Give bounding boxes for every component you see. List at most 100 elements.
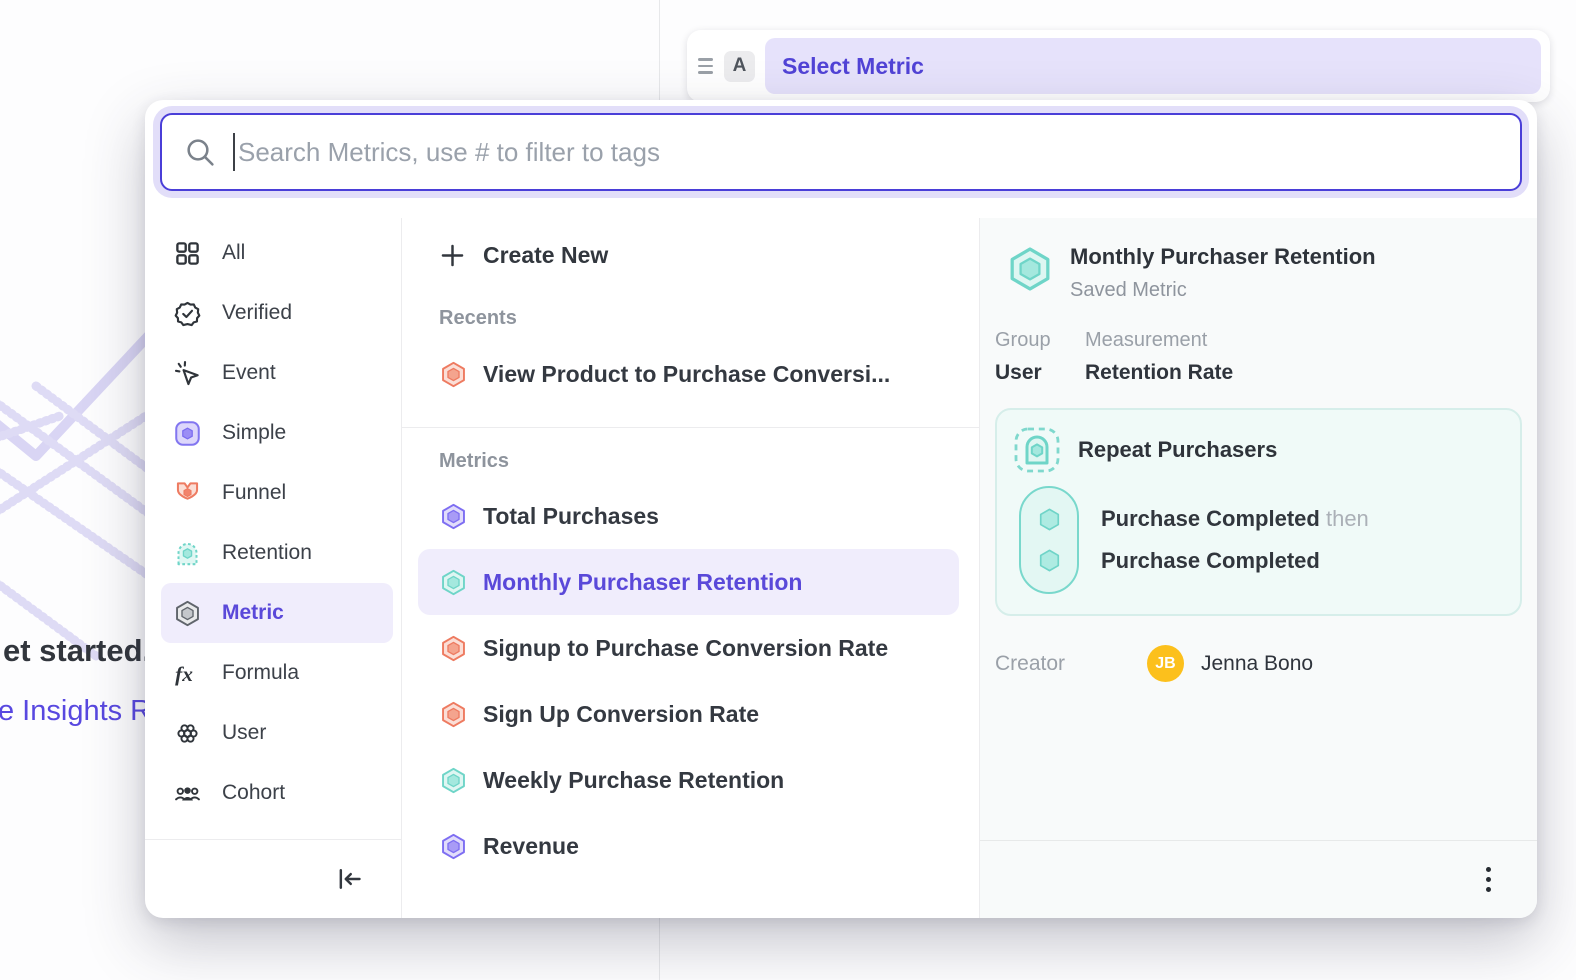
creator-avatar: JB	[1147, 645, 1184, 682]
list-item-label: Signup to Purchase Conversion Rate	[483, 635, 888, 662]
details-header: Monthly Purchaser Retention Saved Metric	[1007, 244, 1522, 302]
select-metric-button[interactable]: Select Metric	[765, 38, 1541, 94]
metric-row-card: A Select Metric	[687, 30, 1550, 102]
step-hexagon-icon	[1036, 506, 1063, 533]
sidebar-item-all[interactable]: All	[161, 223, 393, 283]
metric-letter-badge[interactable]: A	[724, 51, 755, 82]
sidebar-item-label: Funnel	[222, 481, 286, 505]
verified-badge-icon	[174, 300, 201, 327]
sidebar-item-verified[interactable]: Verified	[161, 283, 393, 343]
insights-report-link[interactable]: e Insights Re	[0, 695, 167, 728]
cohort-people-icon	[174, 780, 201, 807]
metric-hexagon-icon	[174, 600, 201, 627]
sidebar-item-label: Simple	[222, 421, 286, 445]
saved-metric-hexagon-icon	[1007, 246, 1053, 292]
search-bar	[160, 113, 1522, 191]
sidebar-item-event[interactable]: Event	[161, 343, 393, 403]
sidebar-item-label: Cohort	[222, 781, 285, 805]
sidebar-item-cohort[interactable]: Cohort	[161, 763, 393, 823]
sidebar-item-label: All	[222, 241, 245, 265]
list-item-label: Monthly Purchaser Retention	[483, 569, 802, 596]
step-one: Purchase Completed then	[1101, 506, 1369, 532]
metric-list-column: Create New Recents View Product to Purch…	[402, 218, 980, 918]
steps-capsule	[1019, 486, 1079, 594]
create-new-label: Create New	[483, 242, 608, 269]
sidebar-footer	[145, 839, 401, 918]
funnel-metric-hexagon-icon	[440, 361, 467, 388]
sidebar-item-label: Verified	[222, 301, 292, 325]
sidebar-item-label: Formula	[222, 661, 299, 685]
step-two: Purchase Completed	[1101, 548, 1369, 574]
creator-row: Creator JB Jenna Bono	[995, 645, 1522, 682]
list-item-recent-metric[interactable]: View Product to Purchase Conversi...	[418, 342, 959, 406]
collapse-left-icon[interactable]	[335, 865, 363, 893]
metric-hexagon-icon	[440, 503, 467, 530]
picker-columns: All Verified Event	[145, 218, 1537, 918]
definition-steps: Purchase Completed then Purchase Complet…	[1019, 486, 1504, 594]
funnel-icon	[174, 480, 201, 507]
list-item-monthly-purchaser-retention[interactable]: Monthly Purchaser Retention	[418, 549, 959, 615]
behavior-dashed-icon	[1013, 426, 1061, 474]
svg-text:fx: fx	[175, 661, 193, 685]
section-title-recents: Recents	[439, 307, 979, 330]
definition-header: Repeat Purchasers	[1013, 426, 1504, 474]
sidebar-item-label: User	[222, 721, 266, 745]
list-item-signup-to-purchase-conversion[interactable]: Signup to Purchase Conversion Rate	[418, 615, 959, 681]
list-item-label: View Product to Purchase Conversi...	[483, 361, 890, 388]
sidebar-item-label: Retention	[222, 541, 312, 565]
grid-icon	[174, 240, 201, 267]
more-options-icon[interactable]	[1475, 865, 1501, 895]
list-item-weekly-purchase-retention[interactable]: Weekly Purchase Retention	[418, 747, 959, 813]
measurement-label: Measurement	[1085, 329, 1233, 352]
drag-handle-icon[interactable]	[698, 58, 718, 73]
sidebar-item-simple[interactable]: Simple	[161, 403, 393, 463]
group-label: Group	[995, 329, 1085, 352]
sidebar-item-label: Metric	[222, 601, 284, 625]
retention-arch-icon	[174, 540, 201, 567]
step-hexagon-icon	[1036, 547, 1063, 574]
list-item-label: Revenue	[483, 833, 579, 860]
creator-label: Creator	[995, 652, 1147, 676]
section-title-metrics: Metrics	[439, 450, 979, 473]
create-new-button[interactable]: Create New	[402, 225, 979, 285]
event-cursor-icon	[174, 360, 201, 387]
metric-hexagon-icon	[440, 833, 467, 860]
step-connector: then	[1326, 506, 1369, 531]
user-flower-icon	[174, 720, 201, 747]
retention-metric-hexagon-icon	[440, 569, 467, 596]
text-caret	[233, 133, 235, 171]
list-section-divider	[402, 427, 979, 428]
details-title: Monthly Purchaser Retention	[1070, 244, 1376, 270]
simple-hexagon-icon	[174, 420, 201, 447]
filter-sidebar: All Verified Event	[145, 218, 402, 918]
group-value: User	[995, 361, 1085, 385]
metric-picker-modal: All Verified Event	[145, 100, 1537, 918]
metric-details-panel: Monthly Purchaser Retention Saved Metric…	[980, 218, 1537, 918]
funnel-metric-hexagon-icon	[440, 635, 467, 662]
list-item-label: Total Purchases	[483, 503, 659, 530]
list-item-revenue[interactable]: Revenue	[418, 813, 959, 879]
search-input[interactable]	[238, 137, 1498, 168]
search-icon	[184, 136, 216, 168]
details-footer	[980, 840, 1537, 918]
creator-name: Jenna Bono	[1201, 652, 1313, 676]
list-item-sign-up-conversion-rate[interactable]: Sign Up Conversion Rate	[418, 681, 959, 747]
definition-title: Repeat Purchasers	[1078, 437, 1277, 463]
background-headline: et started.	[3, 633, 151, 669]
sidebar-item-metric[interactable]: Metric	[161, 583, 393, 643]
sidebar-item-label: Event	[222, 361, 276, 385]
plus-icon	[439, 242, 466, 269]
sidebar-item-user[interactable]: User	[161, 703, 393, 763]
formula-fx-icon: fx	[174, 660, 201, 687]
definition-card: Repeat Purchasers Purchase Completed the…	[995, 408, 1522, 616]
sidebar-item-formula[interactable]: fx Formula	[161, 643, 393, 703]
details-meta: Group User Measurement Retention Rate	[995, 329, 1522, 385]
list-item-label: Weekly Purchase Retention	[483, 767, 784, 794]
retention-metric-hexagon-icon	[440, 767, 467, 794]
measurement-value: Retention Rate	[1085, 361, 1233, 385]
funnel-metric-hexagon-icon	[440, 701, 467, 728]
list-item-total-purchases[interactable]: Total Purchases	[418, 483, 959, 549]
sidebar-item-retention[interactable]: Retention	[161, 523, 393, 583]
sidebar-item-funnel[interactable]: Funnel	[161, 463, 393, 523]
details-subtitle: Saved Metric	[1070, 279, 1376, 302]
